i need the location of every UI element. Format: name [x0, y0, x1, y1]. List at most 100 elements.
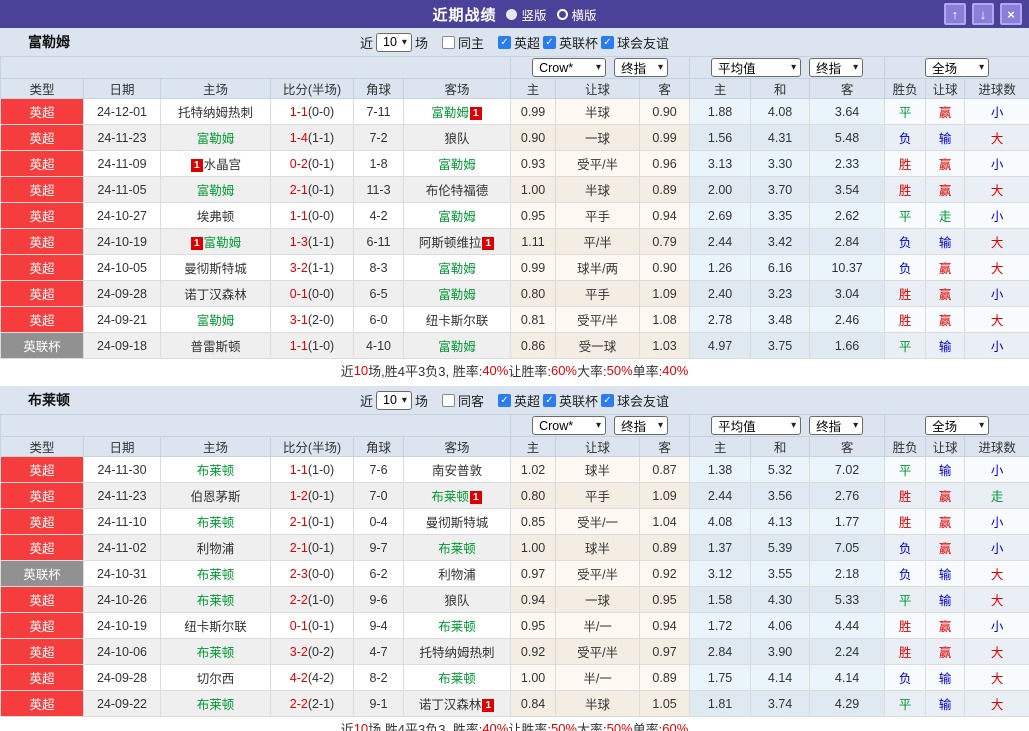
match-date-cell: 24-09-28 [83, 280, 161, 307]
full-time-score: 1-3 [289, 234, 308, 249]
card-badge: 1 [190, 237, 203, 250]
league-checkbox-premier[interactable]: ✓ [497, 35, 511, 49]
league-checkbox-premier[interactable]: ✓ [497, 393, 511, 407]
close-button[interactable]: × [1000, 3, 1022, 25]
move-down-button[interactable]: ↓ [972, 3, 994, 25]
goals-result-cell: 大 [964, 586, 1029, 613]
odds-company-select[interactable]: Crow* ▾ [532, 58, 607, 77]
average-time-select[interactable]: 终指 ▾ [809, 58, 864, 77]
layout-vertical-radio[interactable]: 竖版 [506, 5, 547, 24]
same-venue-checkbox[interactable] [441, 393, 455, 407]
avg-home-cell: 2.40 [689, 280, 752, 307]
chevron-down-icon: ▾ [596, 62, 602, 73]
col-wdl: 胜负 [884, 78, 927, 99]
home-odds-cell: 0.86 [510, 332, 557, 359]
home-odds-cell: 1.00 [510, 176, 557, 203]
wdl-result-cell: 胜 [884, 176, 927, 203]
home-odds-cell: 0.85 [510, 508, 557, 535]
avg-draw-cell: 3.56 [750, 482, 811, 509]
goals-result-cell: 大 [964, 664, 1029, 691]
same-venue-checkbox[interactable] [441, 35, 455, 49]
handicap-result-cell: 赢 [925, 534, 966, 561]
col-corners: 角球 [353, 78, 404, 99]
away-odds-cell: 1.03 [639, 332, 691, 359]
team-name: 纽卡斯尔联 [184, 620, 247, 634]
scope-select[interactable]: 全场 ▾ [925, 58, 990, 77]
score-cell: 2-3(0-0) [270, 560, 354, 587]
chevron-down-icon: ▾ [979, 62, 985, 73]
avg-draw-cell: 3.30 [750, 150, 811, 177]
avg-away-cell: 2.76 [809, 482, 886, 509]
half-time-score: (0-1) [307, 182, 335, 197]
league-checkbox-efl-cup[interactable]: ✓ [542, 35, 556, 49]
col-odds-home: 主 [510, 436, 557, 457]
odds-time-select[interactable]: 终指 ▾ [614, 416, 669, 435]
handicap-result-cell: 输 [925, 690, 966, 717]
handicap-cell: 球半/两 [555, 254, 641, 281]
away-odds-cell: 0.89 [639, 534, 691, 561]
league-checkbox-friendly[interactable]: ✓ [601, 393, 614, 407]
col-odds-home: 主 [510, 78, 557, 99]
avg-draw-cell: 3.42 [750, 228, 811, 255]
dropdown-header-row: Crow* ▾ 终指 ▾ 平均值 ▾ 终指 ▾ 全场 ▾ [0, 56, 1029, 79]
avg-away-cell: 2.62 [809, 202, 886, 229]
corners-cell: 1-8 [353, 150, 404, 177]
match-count-select[interactable]: 10 ▾ [376, 32, 412, 52]
home-team-cell: 布莱顿 [160, 508, 271, 535]
corners-cell: 7-0 [353, 482, 404, 509]
handicap-cell: 受一球 [555, 332, 641, 359]
odds-time-select[interactable]: 终指 ▾ [614, 58, 669, 77]
team-name-label: 富勒姆 [28, 34, 70, 50]
near-label: 近 [359, 35, 373, 51]
home-odds-cell: 1.00 [510, 534, 557, 561]
league-type-cell: 英超 [0, 456, 84, 483]
match-row: 英超 24-11-23 伯恩茅斯 1-2(0-1) 7-0 布莱顿 1 0.80 平手 1.09 2… [0, 482, 1029, 509]
handicap-cell: 半球 [555, 98, 641, 125]
match-row: 英超 24-12-01 托特纳姆热刺 1-1(0-0) 7-11 富勒姆 1 0.99 半球 0.… [0, 98, 1029, 125]
away-team-cell: 富勒姆 1 [402, 98, 512, 125]
home-team-cell: 普雷斯顿 [160, 332, 271, 359]
col-handicap: 让球 [555, 78, 641, 99]
scope-dropdown-group: 全场 ▾ [884, 56, 1029, 79]
away-odds-cell: 0.90 [639, 98, 691, 125]
average-select[interactable]: 平均值 ▾ [711, 58, 802, 77]
scope-select[interactable]: 全场 ▾ [925, 416, 990, 435]
handicap-result-cell: 赢 [925, 508, 966, 535]
match-row: 英超 24-11-02 利物浦 2-1(0-1) 9-7 布莱顿 1.00 球半 0.89 1.3… [0, 534, 1029, 561]
avg-away-cell: 1.66 [809, 332, 886, 359]
league-checkbox-efl-cup[interactable]: ✓ [542, 393, 556, 407]
handicap-result-cell: 走 [925, 202, 966, 229]
match-row: 英超 24-09-28 诺丁汉森林 0-1(0-0) 6-5 富勒姆 0.80 平手 1.09 2… [0, 280, 1029, 307]
odds-time-value: 终指 [621, 420, 647, 434]
handicap-cell: 受半/一 [555, 508, 641, 535]
avg-draw-cell: 4.30 [750, 586, 811, 613]
avg-draw-cell: 6.16 [750, 254, 811, 281]
handicap-cell: 半/一 [555, 612, 641, 639]
avg-home-cell: 4.97 [689, 332, 752, 359]
league-label-premier: 英超 [513, 35, 540, 51]
average-select[interactable]: 平均值 ▾ [711, 416, 802, 435]
match-count-select[interactable]: 10 ▾ [376, 390, 412, 410]
handicap-result-cell: 输 [925, 664, 966, 691]
average-time-select[interactable]: 终指 ▾ [809, 416, 864, 435]
chevron-down-icon: ▾ [853, 62, 859, 73]
corners-cell: 7-11 [353, 98, 404, 125]
layout-horizontal-radio[interactable]: 横版 [556, 5, 597, 24]
match-count-value: 10 [383, 35, 397, 49]
goals-result-cell: 大 [964, 176, 1029, 203]
match-row: 英超 24-09-21 富勒姆 3-1(2-0) 6-0 纽卡斯尔联 0.81 受平/半 1.0… [0, 306, 1029, 333]
match-row: 英超 24-11-23 富勒姆 1-4(1-1) 7-2 狼队 0.90 一球 0.99 1.56… [0, 124, 1029, 151]
league-type-cell: 英超 [0, 98, 84, 125]
odds-company-select[interactable]: Crow* ▾ [532, 416, 607, 435]
away-odds-cell: 0.79 [639, 228, 691, 255]
league-type-cell: 英超 [0, 150, 84, 177]
score-cell: 0-2(0-1) [270, 150, 354, 177]
match-row: 英超 24-10-06 布莱顿 3-2(0-2) 4-7 托特纳姆热刺 0.92 受平/半 0.… [0, 638, 1029, 665]
home-odds-cell: 1.02 [510, 456, 557, 483]
league-checkbox-friendly[interactable]: ✓ [601, 35, 614, 49]
avg-draw-cell: 4.13 [750, 508, 811, 535]
wdl-result-cell: 平 [884, 98, 927, 125]
team-name: 布莱顿 [438, 620, 476, 634]
avg-draw-cell: 5.32 [750, 456, 811, 483]
move-up-button[interactable]: ↑ [944, 3, 966, 25]
